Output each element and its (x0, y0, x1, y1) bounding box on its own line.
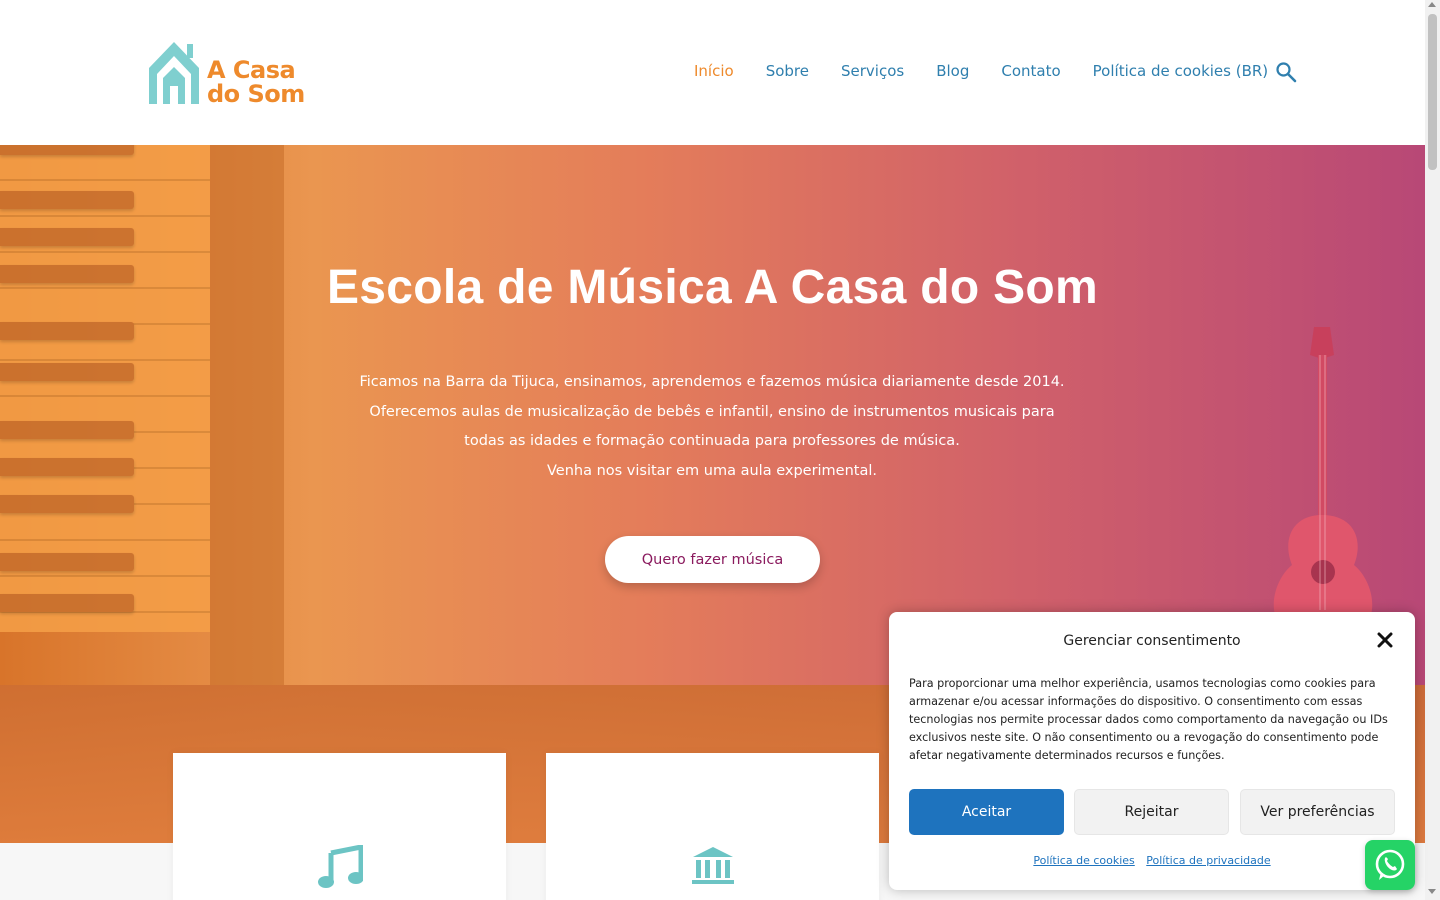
page-scrollbar[interactable] (1425, 0, 1440, 900)
hero-piano-image (0, 145, 210, 632)
cookie-title: Gerenciar consentimento (1063, 633, 1241, 649)
preferences-button[interactable]: Ver preferências (1240, 789, 1395, 835)
close-icon (1377, 632, 1393, 648)
hero-line-2: Oferecemos aulas de musicalização de beb… (369, 403, 1055, 450)
piano-key (0, 458, 134, 476)
piano-key (0, 594, 134, 612)
nav-sobre[interactable]: Sobre (766, 62, 809, 80)
cookie-links: Política de cookies Política de privacid… (889, 854, 1415, 867)
close-button[interactable] (1376, 631, 1394, 649)
nav-servicos[interactable]: Serviços (841, 62, 904, 80)
reject-button[interactable]: Rejeitar (1074, 789, 1229, 835)
music-note-icon (317, 845, 363, 888)
main-nav: Início Sobre Serviços Blog Contato Polít… (694, 62, 1300, 80)
logo-line-2: do Som (207, 80, 305, 108)
cta-button[interactable]: Quero fazer música (605, 536, 820, 583)
nav-blog[interactable]: Blog (936, 62, 969, 80)
nav-contato[interactable]: Contato (1001, 62, 1060, 80)
institution-icon (691, 847, 734, 884)
piano-key (0, 322, 134, 340)
whatsapp-icon (1375, 849, 1405, 880)
scroll-thumb[interactable] (1428, 14, 1437, 170)
cookie-policy-link[interactable]: Política de cookies (1033, 854, 1134, 867)
whatsapp-button[interactable] (1365, 840, 1415, 890)
site-logo[interactable]: A Casa do Som (147, 38, 305, 106)
logo-text: A Casa do Som (207, 58, 305, 106)
nav-inicio[interactable]: Início (694, 62, 734, 80)
piano-key (0, 145, 134, 155)
scroll-down-arrow-icon[interactable] (1428, 889, 1436, 894)
search-icon (1276, 62, 1297, 83)
privacy-policy-link[interactable]: Política de privacidade (1146, 854, 1270, 867)
piano-key (0, 363, 134, 381)
piano-key (0, 228, 134, 246)
house-logo-icon (149, 42, 199, 104)
hero-line-1: Ficamos na Barra da Tijuca, ensinamos, a… (359, 374, 1065, 390)
hero-line-3: Venha nos visitar em uma aula experiment… (546, 462, 878, 479)
cookie-description: Para proporcionar uma melhor experiência… (909, 677, 1388, 762)
logo-line-1: A Casa (207, 56, 296, 84)
service-card[interactable] (546, 753, 879, 900)
hero-description: Ficamos na Barra da Tijuca, ensinamos, a… (352, 368, 1072, 486)
nav-politica-cookies[interactable]: Política de cookies (BR) (1093, 62, 1268, 80)
guitar-image (1273, 327, 1373, 625)
service-card[interactable] (173, 753, 506, 900)
scroll-up-arrow-icon[interactable] (1428, 2, 1436, 7)
site-header: A Casa do Som Início Sobre Serviços Blog… (0, 0, 1425, 145)
search-button[interactable] (1274, 60, 1298, 84)
piano-key (0, 191, 134, 209)
hero-title: Escola de Música A Casa do Som (326, 261, 1099, 314)
accept-button[interactable]: Aceitar (909, 789, 1064, 835)
hero-piano-frame (210, 145, 284, 685)
cookie-consent-dialog: Gerenciar consentimento Para proporciona… (889, 612, 1415, 890)
piano-key (0, 495, 134, 513)
piano-key (0, 421, 134, 439)
piano-key (0, 553, 134, 571)
